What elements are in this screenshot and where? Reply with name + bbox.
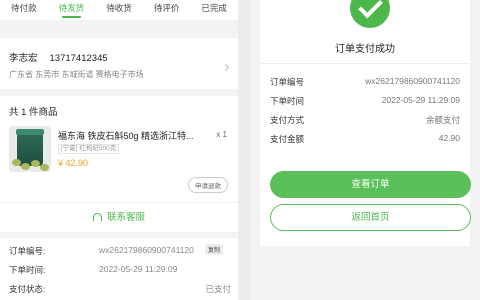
order-number-value: wx262179860900741120 [99,245,194,255]
tab-pending-review[interactable]: 待评价 [151,0,183,20]
payment-row-value: 余额支付 [425,115,460,125]
copy-button[interactable]: 复制 [204,244,223,255]
order-time-row: 下单时间: 2022-05-29 11:29:09 [9,264,231,276]
contact-service-label: 联系客服 [106,212,145,223]
payment-row-label: 订单编号 [270,77,305,87]
product-price: ¥ 42.90 [58,158,89,168]
payment-success-panel: 订单支付成功 订单编号 wx262179860900741120 下单时间 20… [250,0,480,300]
payment-row-value: 42.90 [438,133,460,143]
contact-service-button[interactable]: 联系客服 [0,209,238,223]
payment-row-value: wx262179860900741120 [365,76,460,86]
order-status-tabs: 待付款 待发货 待收货 待评价 已完成 [0,0,238,20]
payment-row-label: 支付金额 [270,134,305,144]
payment-row-method: 支付方式 余额支付 [270,114,460,126]
order-info-card: 订单编号: wx262179860900741120 复制 下单时间: 2022… [0,238,238,300]
product-quantity: x 1 [216,130,227,139]
view-order-button[interactable]: 查看订单 [270,171,471,198]
payment-row-value: 2022-05-29 11:29:09 [381,95,460,105]
refund-button[interactable]: 申请退款 [188,177,228,193]
product-name: 福东海 铁皮石斛50g 精选浙江特... [58,131,194,141]
payment-row-amount: 支付金额 42.90 [270,133,460,145]
recipient-phone: 13717412345 [49,53,108,64]
goods-card: 共 1 件商品 福东海 铁皮石斛50g 精选浙江特... x 1 [宁夏] 红枸… [0,96,238,232]
payment-row-label: 支付方式 [270,115,305,125]
recipient-name: 李志宏 [9,53,38,64]
divider [0,202,238,203]
goods-count-header: 共 1 件商品 [9,107,58,118]
payment-success-title: 订单支付成功 [335,44,395,55]
chevron-right-icon [221,63,230,72]
shipping-address-card[interactable]: 李志宏 13717412345 广东省 东莞市 东城街道 赛格电子市场 [0,38,238,89]
order-number-label: 订单编号: [9,246,46,256]
payment-status-label: 支付状态: [9,284,46,294]
order-time-label: 下单时间: [9,265,46,275]
payment-result-card: 订单支付成功 订单编号 wx262179860900741120 下单时间 20… [260,0,471,246]
panel-divider [238,0,250,300]
recipient: 李志宏 13717412345 [9,50,108,64]
product-thumbnail [9,126,51,172]
back-home-button[interactable]: 返回首页 [270,204,471,231]
headset-icon [92,213,102,221]
payment-row-order-number: 订单编号 wx262179860900741120 [270,76,460,88]
tab-completed[interactable]: 已完成 [198,0,230,20]
payment-row-label: 下单时间 [270,96,305,106]
order-number-row: 订单编号: wx262179860900741120 复制 [9,244,231,257]
payment-status-value: 已支付 [205,284,231,294]
tab-pending-receipt[interactable]: 待收货 [103,0,135,20]
success-check-icon [350,0,390,28]
order-time-value: 2022-05-29 11:29:09 [99,264,178,274]
product-item[interactable]: 福东海 铁皮石斛50g 精选浙江特... x 1 [宁夏] 红枸杞500克 ¥ … [9,122,229,180]
address-line: 广东省 东莞市 东城街道 赛格电子市场 [9,70,144,79]
order-detail-panel: 待付款 待发货 待收货 待评价 已完成 李志宏 13717412345 广东省 东… [0,0,238,300]
tab-pending-payment[interactable]: 待付款 [8,0,40,20]
payment-row-order-time: 下单时间 2022-05-29 11:29:09 [270,95,460,107]
tab-pending-shipment[interactable]: 待发货 [56,0,88,20]
payment-status-row: 支付状态: 已支付 [9,283,231,295]
product-spec: [宁夏] 红枸杞500克 [58,144,120,154]
divider [260,63,470,64]
